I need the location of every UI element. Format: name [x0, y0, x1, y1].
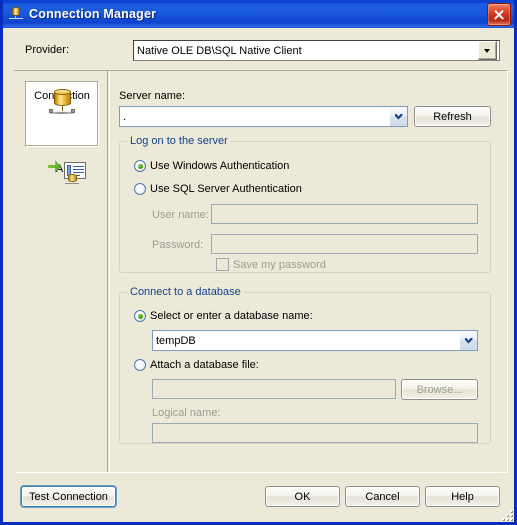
close-icon[interactable]: [487, 3, 511, 26]
database-icon: [8, 6, 24, 22]
resize-grip[interactable]: [499, 507, 512, 520]
checkbox-indicator: [216, 258, 229, 271]
chevron-down-icon[interactable]: [389, 107, 407, 126]
provider-dropdown[interactable]: Native OLE DB\SQL Native Client: [133, 40, 500, 61]
username-label: User name:: [152, 209, 209, 221]
refresh-label: Refresh: [433, 110, 472, 123]
logon-group-title: Log on to the server: [127, 135, 231, 147]
radio-label: Use SQL Server Authentication: [150, 183, 302, 195]
username-field[interactable]: [211, 204, 478, 224]
test-connection-label: Test Connection: [29, 490, 108, 503]
database-group-title: Connect to a database: [127, 286, 244, 298]
server-name-label: Server name:: [119, 90, 186, 102]
sidebar-item-all[interactable]: All: [25, 155, 99, 221]
database-name-combo[interactable]: tempDB: [152, 330, 478, 351]
dialog-footer: Test Connection OK Cancel Help: [3, 473, 514, 522]
refresh-button[interactable]: Refresh: [414, 106, 491, 127]
save-password-checkbox[interactable]: Save my password: [216, 258, 326, 271]
ok-button[interactable]: OK: [265, 486, 340, 507]
logon-groupbox: Log on to the server Use Windows Authent…: [119, 135, 491, 273]
cancel-button[interactable]: Cancel: [345, 486, 420, 507]
chevron-down-icon[interactable]: [459, 331, 477, 350]
radio-windows-authentication[interactable]: Use Windows Authentication: [134, 160, 289, 172]
sidebar-item-connection[interactable]: Connection: [25, 81, 99, 147]
radio-indicator: [134, 359, 146, 371]
server-name-combo[interactable]: .: [119, 106, 408, 127]
provider-value: Native OLE DB\SQL Native Client: [137, 44, 302, 57]
cancel-label: Cancel: [365, 490, 400, 503]
title-bar: Connection Manager: [3, 0, 514, 28]
radio-select-database-name[interactable]: Select or enter a database name:: [134, 310, 313, 322]
test-connection-button[interactable]: Test Connection: [21, 486, 116, 507]
radio-indicator: [134, 183, 146, 195]
database-name-value: tempDB: [156, 334, 196, 347]
browse-label: Browse...: [416, 383, 463, 396]
connection-manager-dialog: Connection Manager Provider: Native OLE …: [0, 0, 517, 525]
sidebar: Connection All: [14, 71, 110, 472]
radio-label: Select or enter a database name:: [150, 310, 313, 322]
connection-settings-pane: Server name: . Refresh Log on to the ser…: [111, 71, 507, 472]
chevron-down-icon[interactable]: [478, 41, 497, 60]
sidebar-item-label: All: [55, 163, 69, 175]
browse-button[interactable]: Browse...: [401, 379, 478, 400]
help-label: Help: [451, 490, 474, 503]
server-name-value: .: [123, 110, 127, 123]
database-groupbox: Connect to a database Select or enter a …: [119, 286, 491, 444]
radio-sql-server-authentication[interactable]: Use SQL Server Authentication: [134, 183, 302, 195]
provider-label: Provider:: [25, 44, 70, 56]
ok-label: OK: [294, 490, 311, 503]
radio-label: Attach a database file:: [150, 359, 259, 371]
password-label: Password:: [152, 239, 204, 251]
provider-row: Provider: Native OLE DB\SQL Native Clien…: [3, 40, 514, 62]
logical-name-field[interactable]: [152, 423, 478, 443]
attach-file-field[interactable]: [152, 379, 396, 399]
logical-name-label: Logical name:: [152, 407, 221, 419]
window-title: Connection Manager: [29, 7, 157, 21]
help-button[interactable]: Help: [425, 486, 500, 507]
checkbox-label: Save my password: [233, 258, 326, 271]
radio-indicator: [134, 160, 146, 172]
radio-indicator: [134, 310, 146, 322]
radio-label: Use Windows Authentication: [150, 160, 290, 172]
radio-attach-database-file[interactable]: Attach a database file:: [134, 359, 259, 371]
password-field[interactable]: [211, 234, 478, 254]
